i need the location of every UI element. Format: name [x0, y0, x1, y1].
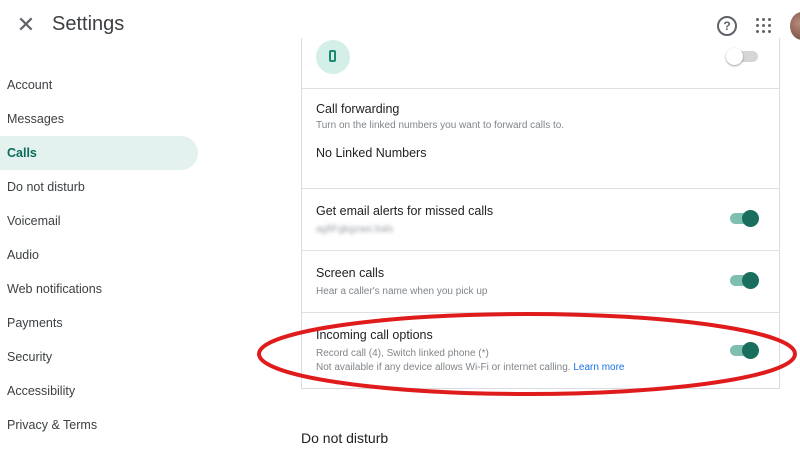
avatar[interactable]	[790, 12, 800, 40]
incoming-call-options-toggle[interactable]	[727, 342, 759, 359]
phone-icon	[316, 40, 350, 74]
page-title: Settings	[52, 13, 125, 35]
sidebar-item-calls[interactable]: Calls	[0, 136, 198, 170]
top-setting-toggle[interactable]	[726, 48, 759, 65]
top-setting-row	[302, 38, 779, 89]
sidebar-item-audio[interactable]: Audio	[0, 238, 210, 272]
sidebar-item-web-notifications[interactable]: Web notifications	[0, 272, 210, 306]
settings-sidebar: Account Messages Calls Do not disturb Vo…	[0, 68, 210, 442]
do-not-disturb-section-heading: Do not disturb	[301, 430, 389, 446]
screen-calls-toggle[interactable]	[727, 272, 759, 289]
email-address: agfiFgkgzasi.bals	[316, 224, 394, 235]
availability-note: Not available if any device allows Wi-Fi…	[316, 362, 571, 373]
sidebar-item-account[interactable]: Account	[0, 68, 210, 102]
apps-grid-icon[interactable]	[756, 18, 772, 34]
learn-more-link[interactable]: Learn more	[573, 362, 624, 373]
incoming-call-options-note: Not available if any device allows Wi-Fi…	[316, 362, 624, 373]
sidebar-item-accessibility[interactable]: Accessibility	[0, 374, 210, 408]
call-forwarding-title: Call forwarding	[316, 102, 400, 116]
email-alerts-toggle[interactable]	[727, 210, 759, 227]
email-alerts-row: Get email alerts for missed calls agfiFg…	[302, 188, 779, 251]
close-icon[interactable]: ✕	[14, 13, 38, 37]
calls-settings-card: Call forwarding Turn on the linked numbe…	[301, 38, 780, 389]
incoming-call-options-row: Incoming call options Record call (4), S…	[302, 312, 779, 388]
sidebar-item-do-not-disturb[interactable]: Do not disturb	[0, 170, 210, 204]
screen-calls-subtitle: Hear a caller's name when you pick up	[316, 286, 488, 297]
call-forwarding-row[interactable]: Call forwarding Turn on the linked numbe…	[302, 88, 779, 189]
help-icon[interactable]: ?	[717, 16, 737, 36]
sidebar-item-voicemail[interactable]: Voicemail	[0, 204, 210, 238]
call-forwarding-subtitle: Turn on the linked numbers you want to f…	[316, 120, 565, 131]
screen-calls-row: Screen calls Hear a caller's name when y…	[302, 250, 779, 313]
sidebar-item-privacy-terms[interactable]: Privacy & Terms	[0, 408, 210, 442]
screen-calls-title: Screen calls	[316, 266, 385, 280]
email-alerts-title: Get email alerts for missed calls	[316, 204, 494, 218]
incoming-call-options-title: Incoming call options	[316, 328, 433, 342]
sidebar-item-payments[interactable]: Payments	[0, 306, 210, 340]
incoming-call-options-features: Record call (4), Switch linked phone (*)	[316, 348, 489, 359]
sidebar-item-security[interactable]: Security	[0, 340, 210, 374]
linked-numbers-value: No Linked Numbers	[316, 146, 427, 160]
sidebar-item-messages[interactable]: Messages	[0, 102, 210, 136]
